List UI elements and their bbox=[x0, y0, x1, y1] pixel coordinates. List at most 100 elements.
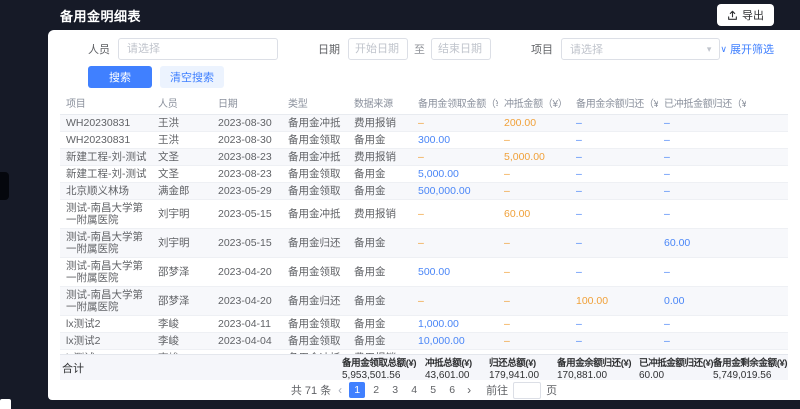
project-filter-select[interactable]: 请选择 ▾ bbox=[561, 38, 720, 60]
date-start-input[interactable] bbox=[348, 38, 408, 60]
table-cell: 费用报销 bbox=[348, 200, 412, 229]
table-cell: 备用金 bbox=[348, 258, 412, 287]
table-cell-filler bbox=[746, 287, 788, 316]
table-cell: – bbox=[658, 115, 746, 132]
pagination-total: 共 71 条 bbox=[291, 382, 331, 398]
table-cell: 备用金 bbox=[348, 287, 412, 316]
page-button-4[interactable]: 4 bbox=[406, 382, 422, 398]
table-cell: – bbox=[498, 229, 570, 258]
expand-filter-button[interactable]: ∨ 展开筛选 bbox=[720, 41, 774, 57]
date-range-separator: 至 bbox=[414, 41, 425, 57]
table-cell: 邵梦泽 bbox=[152, 258, 212, 287]
summary-stat-value: 179,941.00 bbox=[489, 370, 557, 381]
table-cell-filler bbox=[746, 258, 788, 287]
search-button[interactable]: 搜索 bbox=[88, 66, 152, 88]
page-button-2[interactable]: 2 bbox=[368, 382, 384, 398]
summary-stat-value: 5,749,019.56 bbox=[713, 370, 788, 381]
table-cell: 500,000.00 bbox=[412, 183, 498, 200]
table-cell: 备用金冲抵 bbox=[282, 200, 348, 229]
table-cell: 60.00 bbox=[658, 229, 746, 258]
table-cell: – bbox=[498, 333, 570, 350]
table-cell: 备用金归还 bbox=[282, 229, 348, 258]
table-cell: 100.00 bbox=[570, 287, 658, 316]
filter-actions: 搜索 清空搜索 bbox=[88, 66, 788, 88]
table-cell: – bbox=[658, 316, 746, 333]
table-row: 测试-南昌大学第一附属医院刘宇明2023-05-15备用金归还备用金–––60.… bbox=[60, 229, 788, 258]
table-cell: 2023-05-29 bbox=[212, 183, 282, 200]
column-header: 冲抵金额（¥） bbox=[498, 96, 570, 115]
table-cell: 备用金领取 bbox=[282, 333, 348, 350]
table-cell: – bbox=[412, 115, 498, 132]
summary-stat: 备用金剩余金额(¥)5,749,019.56 bbox=[713, 355, 788, 381]
table-cell: 备用金 bbox=[348, 229, 412, 258]
table-cell: 备用金冲抵 bbox=[282, 115, 348, 132]
content-card: 人员 日期 至 项目 请选择 ▾ ∨ 展开筛选 搜索 清空搜索 项目人员日期类型… bbox=[48, 30, 800, 400]
table-cell: 2023-04-04 bbox=[212, 333, 282, 350]
table-cell: 测试-南昌大学第一附属医院 bbox=[60, 229, 152, 258]
column-header: 类型 bbox=[282, 96, 348, 115]
summary-row: 合计 备用金领取总额(¥)5,953,501.56冲抵总额(¥)43,601.0… bbox=[60, 354, 788, 380]
date-end-input[interactable] bbox=[431, 38, 491, 60]
column-header: 已冲抵金额归还（¥） bbox=[658, 96, 746, 115]
table-cell: 备用金 bbox=[348, 333, 412, 350]
filter-bar: 人员 日期 至 项目 请选择 ▾ ∨ 展开筛选 bbox=[60, 38, 788, 60]
table-cell: 测试-南昌大学第一附属医院 bbox=[60, 258, 152, 287]
table-cell: 新建工程-刘-测试 bbox=[60, 149, 152, 166]
table-cell: 2023-08-30 bbox=[212, 132, 282, 149]
summary-stat: 归还总额(¥)179,941.00 bbox=[489, 355, 557, 381]
table-cell: – bbox=[658, 200, 746, 229]
page-button-5[interactable]: 5 bbox=[425, 382, 441, 398]
table-row: lx测试2李峻2023-04-04备用金领取备用金10,000.00––– bbox=[60, 333, 788, 350]
table-cell: – bbox=[498, 287, 570, 316]
table-row: WH20230831王洪2023-08-30备用金冲抵费用报销–200.00–– bbox=[60, 115, 788, 132]
table-cell: 5,000.00 bbox=[498, 149, 570, 166]
table-cell: – bbox=[658, 149, 746, 166]
clear-search-button[interactable]: 清空搜索 bbox=[160, 66, 224, 88]
table-cell: 邵梦泽 bbox=[152, 287, 212, 316]
page-button-1[interactable]: 1 bbox=[349, 382, 365, 398]
table-cell: – bbox=[570, 200, 658, 229]
table-cell: 备用金 bbox=[348, 132, 412, 149]
table-cell: 2023-04-11 bbox=[212, 316, 282, 333]
table-row: lx测试2李峻2023-04-11备用金领取备用金1,000.00––– bbox=[60, 316, 788, 333]
table-cell: 北京顺义林场 bbox=[60, 183, 152, 200]
goto-label: 前往 bbox=[486, 382, 508, 398]
table-cell: 李峻 bbox=[152, 316, 212, 333]
table-row: 测试-南昌大学第一附属医院邵梦泽2023-04-20备用金领取备用金500.00… bbox=[60, 258, 788, 287]
table-cell: 10,000.00 bbox=[412, 333, 498, 350]
goto-page-input[interactable] bbox=[513, 382, 541, 399]
export-button[interactable]: 导出 bbox=[717, 4, 774, 26]
table-cell: 新建工程-刘-测试 bbox=[60, 166, 152, 183]
table-cell: 李峻 bbox=[152, 333, 212, 350]
table-cell: – bbox=[498, 316, 570, 333]
table-cell: 费用报销 bbox=[348, 115, 412, 132]
table-cell: 王洪 bbox=[152, 132, 212, 149]
page-button-3[interactable]: 3 bbox=[387, 382, 403, 398]
table-cell: 文圣 bbox=[152, 149, 212, 166]
table-cell: 2023-05-15 bbox=[212, 200, 282, 229]
page-unit-label: 页 bbox=[546, 382, 557, 398]
table-cell: – bbox=[570, 149, 658, 166]
chevron-down-icon: ∨ bbox=[720, 44, 727, 55]
prev-page-button[interactable]: ‹ bbox=[336, 383, 344, 397]
summary-stat-value: 43,601.00 bbox=[425, 370, 489, 381]
summary-stat: 冲抵总额(¥)43,601.00 bbox=[425, 355, 489, 381]
table-cell: 500.00 bbox=[412, 258, 498, 287]
table-cell: 5,000.00 bbox=[412, 166, 498, 183]
person-filter-input[interactable] bbox=[118, 38, 278, 60]
summary-stat-label: 备用金领取总额(¥) bbox=[342, 355, 425, 369]
table-cell: 2023-04-20 bbox=[212, 258, 282, 287]
table-cell: 费用报销 bbox=[348, 149, 412, 166]
table-cell: 300.00 bbox=[412, 132, 498, 149]
column-header: 备用金领取金额（¥） bbox=[412, 96, 498, 115]
table-cell: – bbox=[570, 316, 658, 333]
summary-stat-label: 备用金余额归还(¥) bbox=[557, 355, 639, 369]
page-button-6[interactable]: 6 bbox=[444, 382, 460, 398]
table-cell: 满金郎 bbox=[152, 183, 212, 200]
table-cell: 备用金归还 bbox=[282, 287, 348, 316]
table-cell: – bbox=[570, 132, 658, 149]
next-page-button[interactable]: › bbox=[465, 383, 473, 397]
drawer-handle[interactable] bbox=[0, 172, 9, 200]
table-cell: WH20230831 bbox=[60, 132, 152, 149]
column-header: 项目 bbox=[60, 96, 152, 115]
